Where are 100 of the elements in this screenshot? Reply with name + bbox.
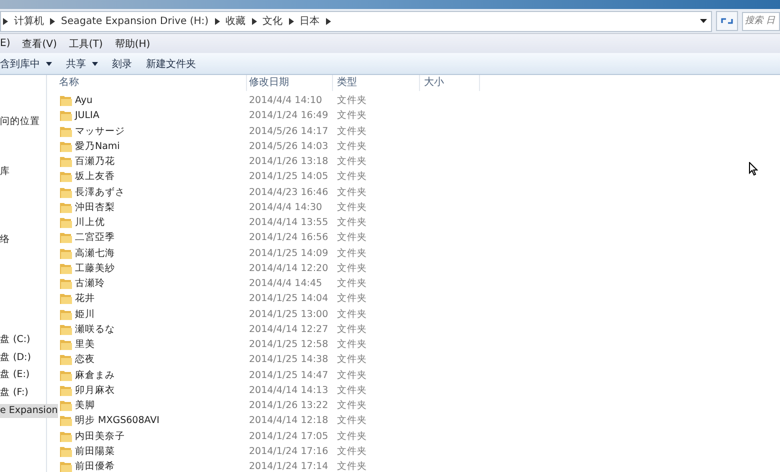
dropdown-icon[interactable] bbox=[700, 19, 707, 23]
mouse-cursor-icon bbox=[749, 162, 758, 176]
menu-item[interactable]: E) bbox=[0, 38, 10, 49]
address-bar[interactable]: 计算机 Seagate Expansion Drive (H:) 收藏 文化 日本 bbox=[0, 10, 712, 32]
chevron-icon bbox=[3, 18, 8, 24]
file-name[interactable]: 明步 MXGS608AVI bbox=[75, 414, 160, 428]
file-name[interactable]: 沖田杏梨 bbox=[75, 200, 115, 214]
sidebar-item[interactable]: 库 bbox=[0, 165, 46, 179]
column-header[interactable]: 大小 bbox=[420, 75, 480, 91]
file-type: 文件夹 bbox=[336, 430, 368, 443]
file-name[interactable]: 美脚 bbox=[75, 399, 95, 412]
file-name[interactable]: 工藤美紗 bbox=[75, 262, 115, 275]
file-name[interactable]: 川上优 bbox=[75, 216, 105, 230]
file-type: 文件夹 bbox=[336, 140, 368, 153]
refresh-button[interactable] bbox=[716, 11, 738, 31]
file-name[interactable]: 里美 bbox=[75, 338, 95, 352]
modified-date: 2014/1/25 14:47 bbox=[248, 370, 330, 381]
sidebar-item[interactable]: 盘 (E:) bbox=[0, 368, 46, 382]
file-name[interactable]: 高瀬七海 bbox=[75, 246, 115, 260]
menu-item[interactable]: 工具(T) bbox=[68, 36, 103, 50]
file-name[interactable]: 前田優希 bbox=[75, 460, 115, 472]
folder-icon bbox=[60, 110, 72, 122]
sidebar-item[interactable]: 盘 (D:) bbox=[0, 351, 46, 365]
menu-item[interactable]: 帮助(H) bbox=[114, 36, 150, 50]
toolbar-button[interactable]: 刻录 bbox=[112, 54, 142, 72]
file-name[interactable]: 瀬咲るな bbox=[75, 322, 115, 336]
modified-date: 2014/1/26 13:22 bbox=[248, 400, 330, 412]
file-name[interactable]: Ayu bbox=[75, 95, 92, 106]
modified-date: 2014/4/23 16:46 bbox=[248, 186, 330, 198]
modified-date: 2014/5/26 14:17 bbox=[248, 126, 330, 137]
caret-icon bbox=[46, 62, 52, 66]
file-name[interactable]: 卯月麻衣 bbox=[75, 384, 115, 397]
file-name[interactable]: 愛乃Nami bbox=[75, 140, 120, 153]
chevron-icon bbox=[214, 18, 220, 24]
toolbar-button[interactable]: 共享 bbox=[66, 54, 108, 72]
file-name[interactable]: 百瀬乃花 bbox=[75, 155, 115, 168]
file-type: 文件夹 bbox=[336, 399, 368, 412]
breadcrumb-item[interactable]: 计算机 bbox=[14, 14, 44, 28]
folder-icon bbox=[60, 384, 72, 396]
modified-date: 2014/1/24 17:14 bbox=[248, 461, 330, 472]
folder-icon bbox=[60, 278, 72, 290]
file-type: 文件夹 bbox=[336, 170, 368, 184]
column-header[interactable]: 类型 bbox=[333, 75, 420, 91]
file-type: 文件夹 bbox=[336, 444, 368, 458]
folder-icon bbox=[60, 339, 72, 350]
toolbar-button[interactable]: 含到库中 bbox=[0, 54, 62, 72]
breadcrumb-item[interactable]: Seagate Expansion Drive (H:) bbox=[61, 16, 209, 26]
chevron-icon bbox=[288, 18, 294, 24]
folder-icon bbox=[60, 95, 72, 106]
sidebar-item[interactable]: 盘 (F:) bbox=[0, 386, 46, 400]
file-name[interactable]: 二宮亞季 bbox=[75, 231, 115, 244]
folder-icon bbox=[60, 324, 72, 335]
modified-date: 2014/4/14 12:20 bbox=[248, 262, 330, 274]
modified-date: 2014/1/25 12:58 bbox=[248, 339, 330, 350]
file-type: 文件夹 bbox=[336, 460, 368, 472]
search-field[interactable]: 搜索 日 bbox=[742, 12, 780, 30]
folder-icon bbox=[60, 446, 72, 457]
file-type: 文件夹 bbox=[336, 246, 368, 260]
file-type: 文件夹 bbox=[336, 384, 368, 397]
sidebar-item[interactable]: 络 bbox=[0, 233, 46, 247]
chevron-icon bbox=[326, 18, 331, 24]
column-header[interactable]: 修改日期 bbox=[247, 75, 333, 91]
file-name[interactable]: 坂上友香 bbox=[75, 170, 115, 184]
folder-icon bbox=[60, 140, 72, 152]
modified-date: 2014/1/24 17:16 bbox=[248, 446, 330, 457]
menu-item[interactable]: 查看(V) bbox=[22, 36, 57, 50]
breadcrumb-item[interactable]: 收藏 bbox=[226, 14, 246, 28]
file-name[interactable]: 内田美奈子 bbox=[75, 430, 125, 443]
file-name[interactable]: 姫川 bbox=[75, 308, 95, 321]
breadcrumb-item[interactable]: 日本 bbox=[300, 14, 320, 28]
folder-icon bbox=[60, 461, 72, 472]
file-name[interactable]: 長澤あずさ bbox=[75, 186, 125, 199]
file-name[interactable]: 古瀬玲 bbox=[75, 277, 105, 290]
toolbar-button[interactable]: 新建文件夹 bbox=[146, 54, 206, 72]
chevron-icon bbox=[50, 18, 55, 24]
file-name[interactable]: 前田陽菜 bbox=[75, 444, 115, 458]
modified-date: 2014/4/4 14:10 bbox=[248, 95, 324, 106]
sidebar-item[interactable]: 盘 (C:) bbox=[0, 333, 46, 347]
file-type: 文件夹 bbox=[336, 155, 368, 168]
folder-icon bbox=[60, 217, 72, 228]
file-name[interactable]: マッサージ bbox=[75, 124, 125, 138]
folder-icon bbox=[60, 262, 72, 274]
folder-icon bbox=[60, 202, 72, 213]
file-type: 文件夹 bbox=[336, 292, 368, 306]
modified-date: 2014/1/25 13:00 bbox=[248, 308, 330, 320]
file-type: 文件夹 bbox=[336, 109, 368, 122]
sidebar-item[interactable]: e Expansion bbox=[0, 404, 58, 418]
column-header[interactable]: 名称 bbox=[47, 75, 247, 91]
file-name[interactable]: 花井 bbox=[75, 292, 95, 306]
file-name[interactable]: 麻倉まみ bbox=[75, 368, 115, 382]
folder-icon bbox=[60, 308, 72, 320]
modified-date: 2014/4/14 14:13 bbox=[248, 384, 330, 396]
sidebar-item[interactable]: 问的位置 bbox=[0, 115, 46, 129]
file-type: 文件夹 bbox=[336, 216, 368, 230]
file-type: 文件夹 bbox=[336, 262, 368, 275]
file-name[interactable]: JULIA bbox=[75, 110, 100, 122]
breadcrumb-item[interactable]: 文化 bbox=[262, 14, 283, 28]
folder-icon bbox=[60, 248, 72, 259]
modified-date: 2014/1/25 14:09 bbox=[248, 248, 330, 259]
file-name[interactable]: 恋夜 bbox=[75, 353, 95, 366]
